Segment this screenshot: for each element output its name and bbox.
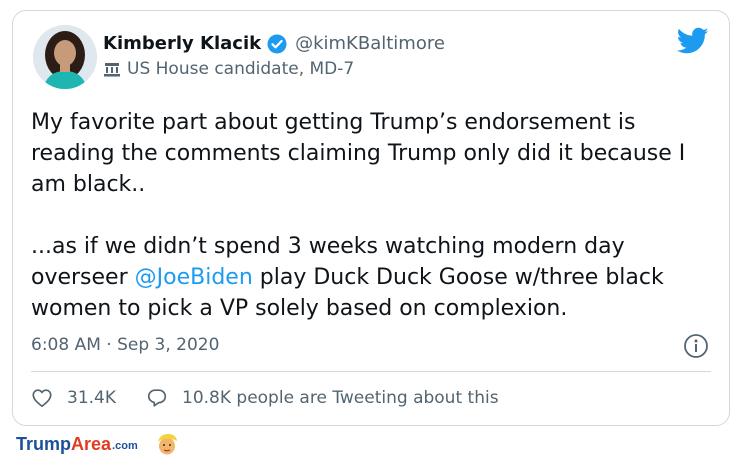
watermark-text: .com bbox=[112, 440, 138, 452]
conversation-button[interactable]: 10.8K people are Tweeting about this bbox=[146, 387, 499, 409]
divider bbox=[31, 371, 711, 372]
like-button[interactable]: 31.4K bbox=[31, 387, 116, 409]
account-label-text: US House candidate, MD-7 bbox=[127, 59, 355, 79]
tweet-line: reading the comments claiming Trump only… bbox=[31, 141, 686, 166]
avatar-image bbox=[33, 25, 97, 89]
tweet-text: My favorite part about getting Trump’s e… bbox=[31, 107, 711, 324]
speech-bubble-icon bbox=[147, 389, 167, 407]
site-watermark: Trump Area .com bbox=[16, 432, 180, 456]
tweet-line: My favorite part about getting Trump’s e… bbox=[31, 110, 636, 135]
timestamp[interactable]: 6:08 AM · Sep 3, 2020 bbox=[31, 335, 219, 355]
trump-face-icon bbox=[157, 434, 177, 455]
like-count: 31.4K bbox=[67, 388, 116, 408]
tweet-line: am black.. bbox=[31, 172, 146, 197]
twitter-bird-icon[interactable] bbox=[676, 27, 709, 55]
author-row: Kimberly Klacik @kimKBaltimore bbox=[103, 33, 445, 54]
tweet-text-segment: overseer bbox=[31, 265, 135, 290]
display-name[interactable]: Kimberly Klacik bbox=[103, 33, 261, 54]
conversation-text: 10.8K people are Tweeting about this bbox=[182, 388, 499, 408]
handle[interactable]: @kimKBaltimore bbox=[295, 33, 445, 54]
watermark-text: Area bbox=[71, 433, 112, 454]
account-label: US House candidate, MD-7 bbox=[103, 59, 354, 79]
tweet-line: ...as if we didn’t spend 3 weeks watchin… bbox=[31, 234, 625, 259]
action-bar: 31.4K 10.8K people are Tweeting about th… bbox=[31, 387, 499, 409]
tweet-line-with-mention: overseer @JoeBiden play Duck Duck Goose … bbox=[31, 262, 711, 293]
heart-icon bbox=[32, 389, 52, 408]
tweet-text-segment: play Duck Duck Goose w/three black bbox=[252, 265, 664, 290]
watermark-text: Trump bbox=[16, 433, 72, 454]
tweet-line: women to pick a VP solely based on compl… bbox=[31, 296, 568, 321]
info-icon[interactable] bbox=[683, 333, 709, 359]
building-icon bbox=[103, 60, 121, 78]
tweet-card: Kimberly Klacik @kimKBaltimore US House … bbox=[12, 10, 730, 426]
verified-badge-icon bbox=[267, 34, 287, 54]
avatar[interactable] bbox=[33, 25, 97, 89]
mention-link[interactable]: @JoeBiden bbox=[135, 265, 253, 290]
